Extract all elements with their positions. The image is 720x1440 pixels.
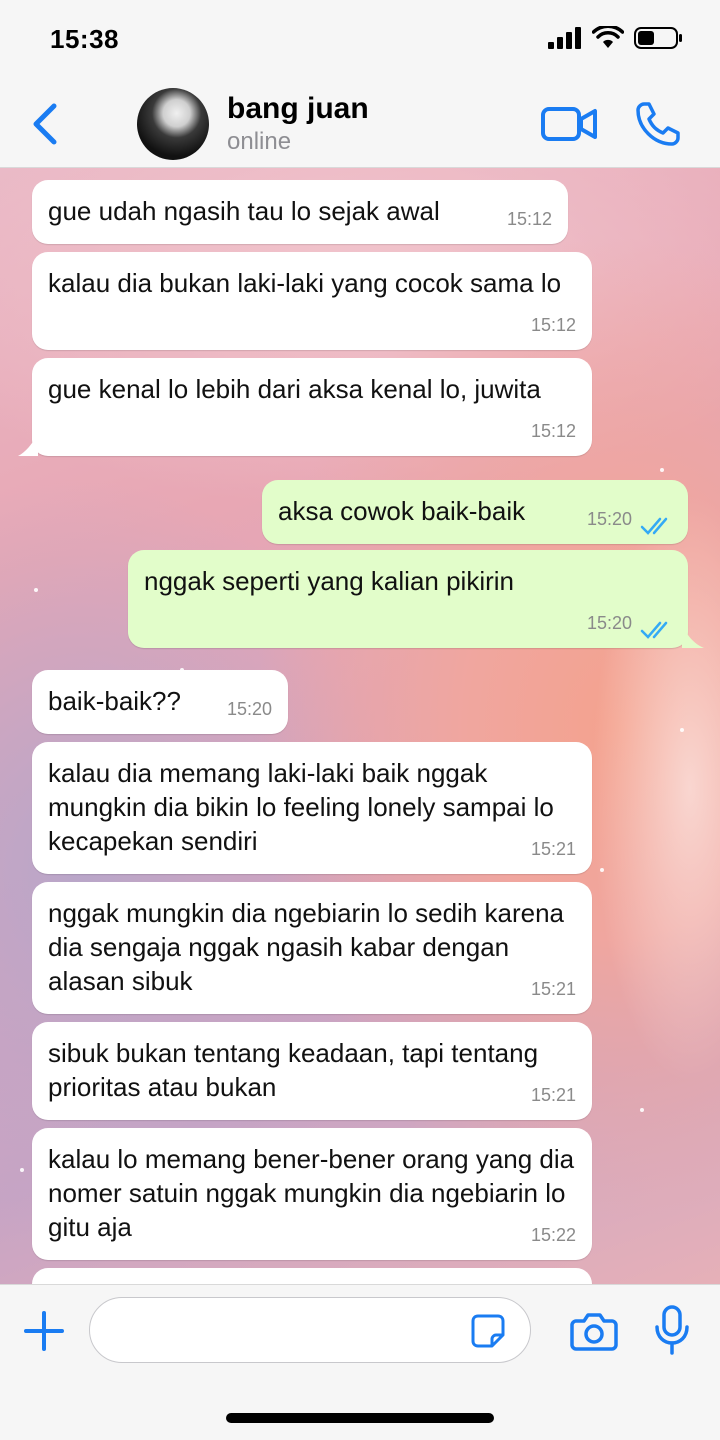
camera-icon[interactable] — [570, 1309, 618, 1353]
message-text: nggak seperti yang kalian pikirin — [144, 566, 514, 596]
message-bubble-incoming[interactable]: nggak mungkin dia ngebiarin lo sedih kar… — [32, 882, 592, 1014]
message-text: kalau dia bukan laki-laki yang cocok sam… — [48, 268, 562, 298]
message-time: 15:21 — [530, 979, 576, 999]
message-time: 15:21 — [530, 839, 576, 859]
bubble-tail — [682, 626, 704, 648]
message-bubble-outgoing[interactable]: aksa cowok baik-baik 15:20 — [262, 480, 688, 544]
sticker-icon[interactable] — [470, 1313, 506, 1349]
message-bubble-incoming[interactable]: kalau dia bukan laki-laki yang cocok sam… — [32, 252, 592, 350]
message-time: 15:12 — [530, 315, 576, 335]
message-bubble-incoming[interactable]: kalau dia memang laki-laki baik nggak mu… — [32, 742, 592, 874]
message-text: kalau lo memang bener-bener orang yang d… — [48, 1144, 575, 1242]
message-text: gue udah ngasih tau lo sejak awal — [48, 196, 440, 226]
message-time: 15:21 — [530, 1085, 576, 1105]
message-text: sibuk bukan tentang keadaan, tapi tentan… — [48, 1038, 539, 1102]
plus-icon[interactable] — [22, 1309, 66, 1353]
message-time: 15:20 — [226, 699, 272, 719]
chat-header: bang juan online — [0, 80, 720, 168]
message-time: 15:20 — [586, 613, 632, 633]
message-bubble-incoming[interactable]: kalau lo memang bener-bener orang yang d… — [32, 1128, 592, 1260]
avatar[interactable] — [137, 88, 209, 160]
message-bubble-incoming[interactable]: sibuk bukan tentang keadaan, tapi tentan… — [32, 1022, 592, 1120]
message-time: 15:12 — [530, 421, 576, 441]
read-ticks-icon — [640, 621, 668, 639]
bubble-tail — [18, 434, 38, 456]
video-camera-icon[interactable] — [540, 102, 598, 146]
contact-status: online — [227, 128, 292, 155]
message-bubble-incoming[interactable]: gue udah ngasih tau lo sejak awal 15:12 — [32, 180, 568, 244]
contact-name[interactable]: bang juan — [227, 92, 369, 126]
message-bubble-incoming[interactable]: baik-baik?? 15:20 — [32, 670, 288, 734]
message-time: 15:12 — [506, 209, 552, 229]
message-bubble-outgoing[interactable]: nggak seperti yang kalian pikirin 15:20 — [128, 550, 704, 648]
message-text: nggak mungkin dia ngebiarin lo sedih kar… — [48, 898, 565, 996]
battery-icon — [634, 27, 682, 49]
wifi-icon — [592, 26, 624, 48]
status-bar: 15:38 — [0, 0, 720, 80]
status-time: 15:38 — [50, 24, 119, 54]
microphone-icon[interactable] — [654, 1305, 690, 1355]
message-time: 15:22 — [530, 1225, 576, 1245]
input-bar — [0, 1284, 720, 1440]
message-time: 15:20 — [586, 509, 632, 529]
message-text: aksa cowok baik-baik — [278, 496, 526, 526]
phone-icon[interactable] — [634, 100, 682, 148]
chevron-left-icon[interactable] — [26, 100, 66, 148]
signal-icon — [548, 27, 581, 49]
message-bubble-incoming[interactable]: gue kenal lo lebih dari aksa kenal lo, j… — [18, 358, 592, 456]
status-icons — [548, 26, 684, 50]
message-input[interactable] — [89, 1297, 531, 1363]
message-text: baik-baik?? — [48, 686, 181, 716]
message-bubble-incoming-partial[interactable] — [32, 1268, 592, 1284]
chat-area[interactable]: gue udah ngasih tau lo sejak awal 15:12 … — [0, 168, 720, 1284]
message-text: kalau dia memang laki-laki baik nggak mu… — [48, 758, 554, 856]
read-ticks-icon — [640, 517, 668, 535]
home-indicator[interactable] — [226, 1413, 494, 1423]
message-text: gue kenal lo lebih dari aksa kenal lo, j… — [48, 374, 541, 404]
